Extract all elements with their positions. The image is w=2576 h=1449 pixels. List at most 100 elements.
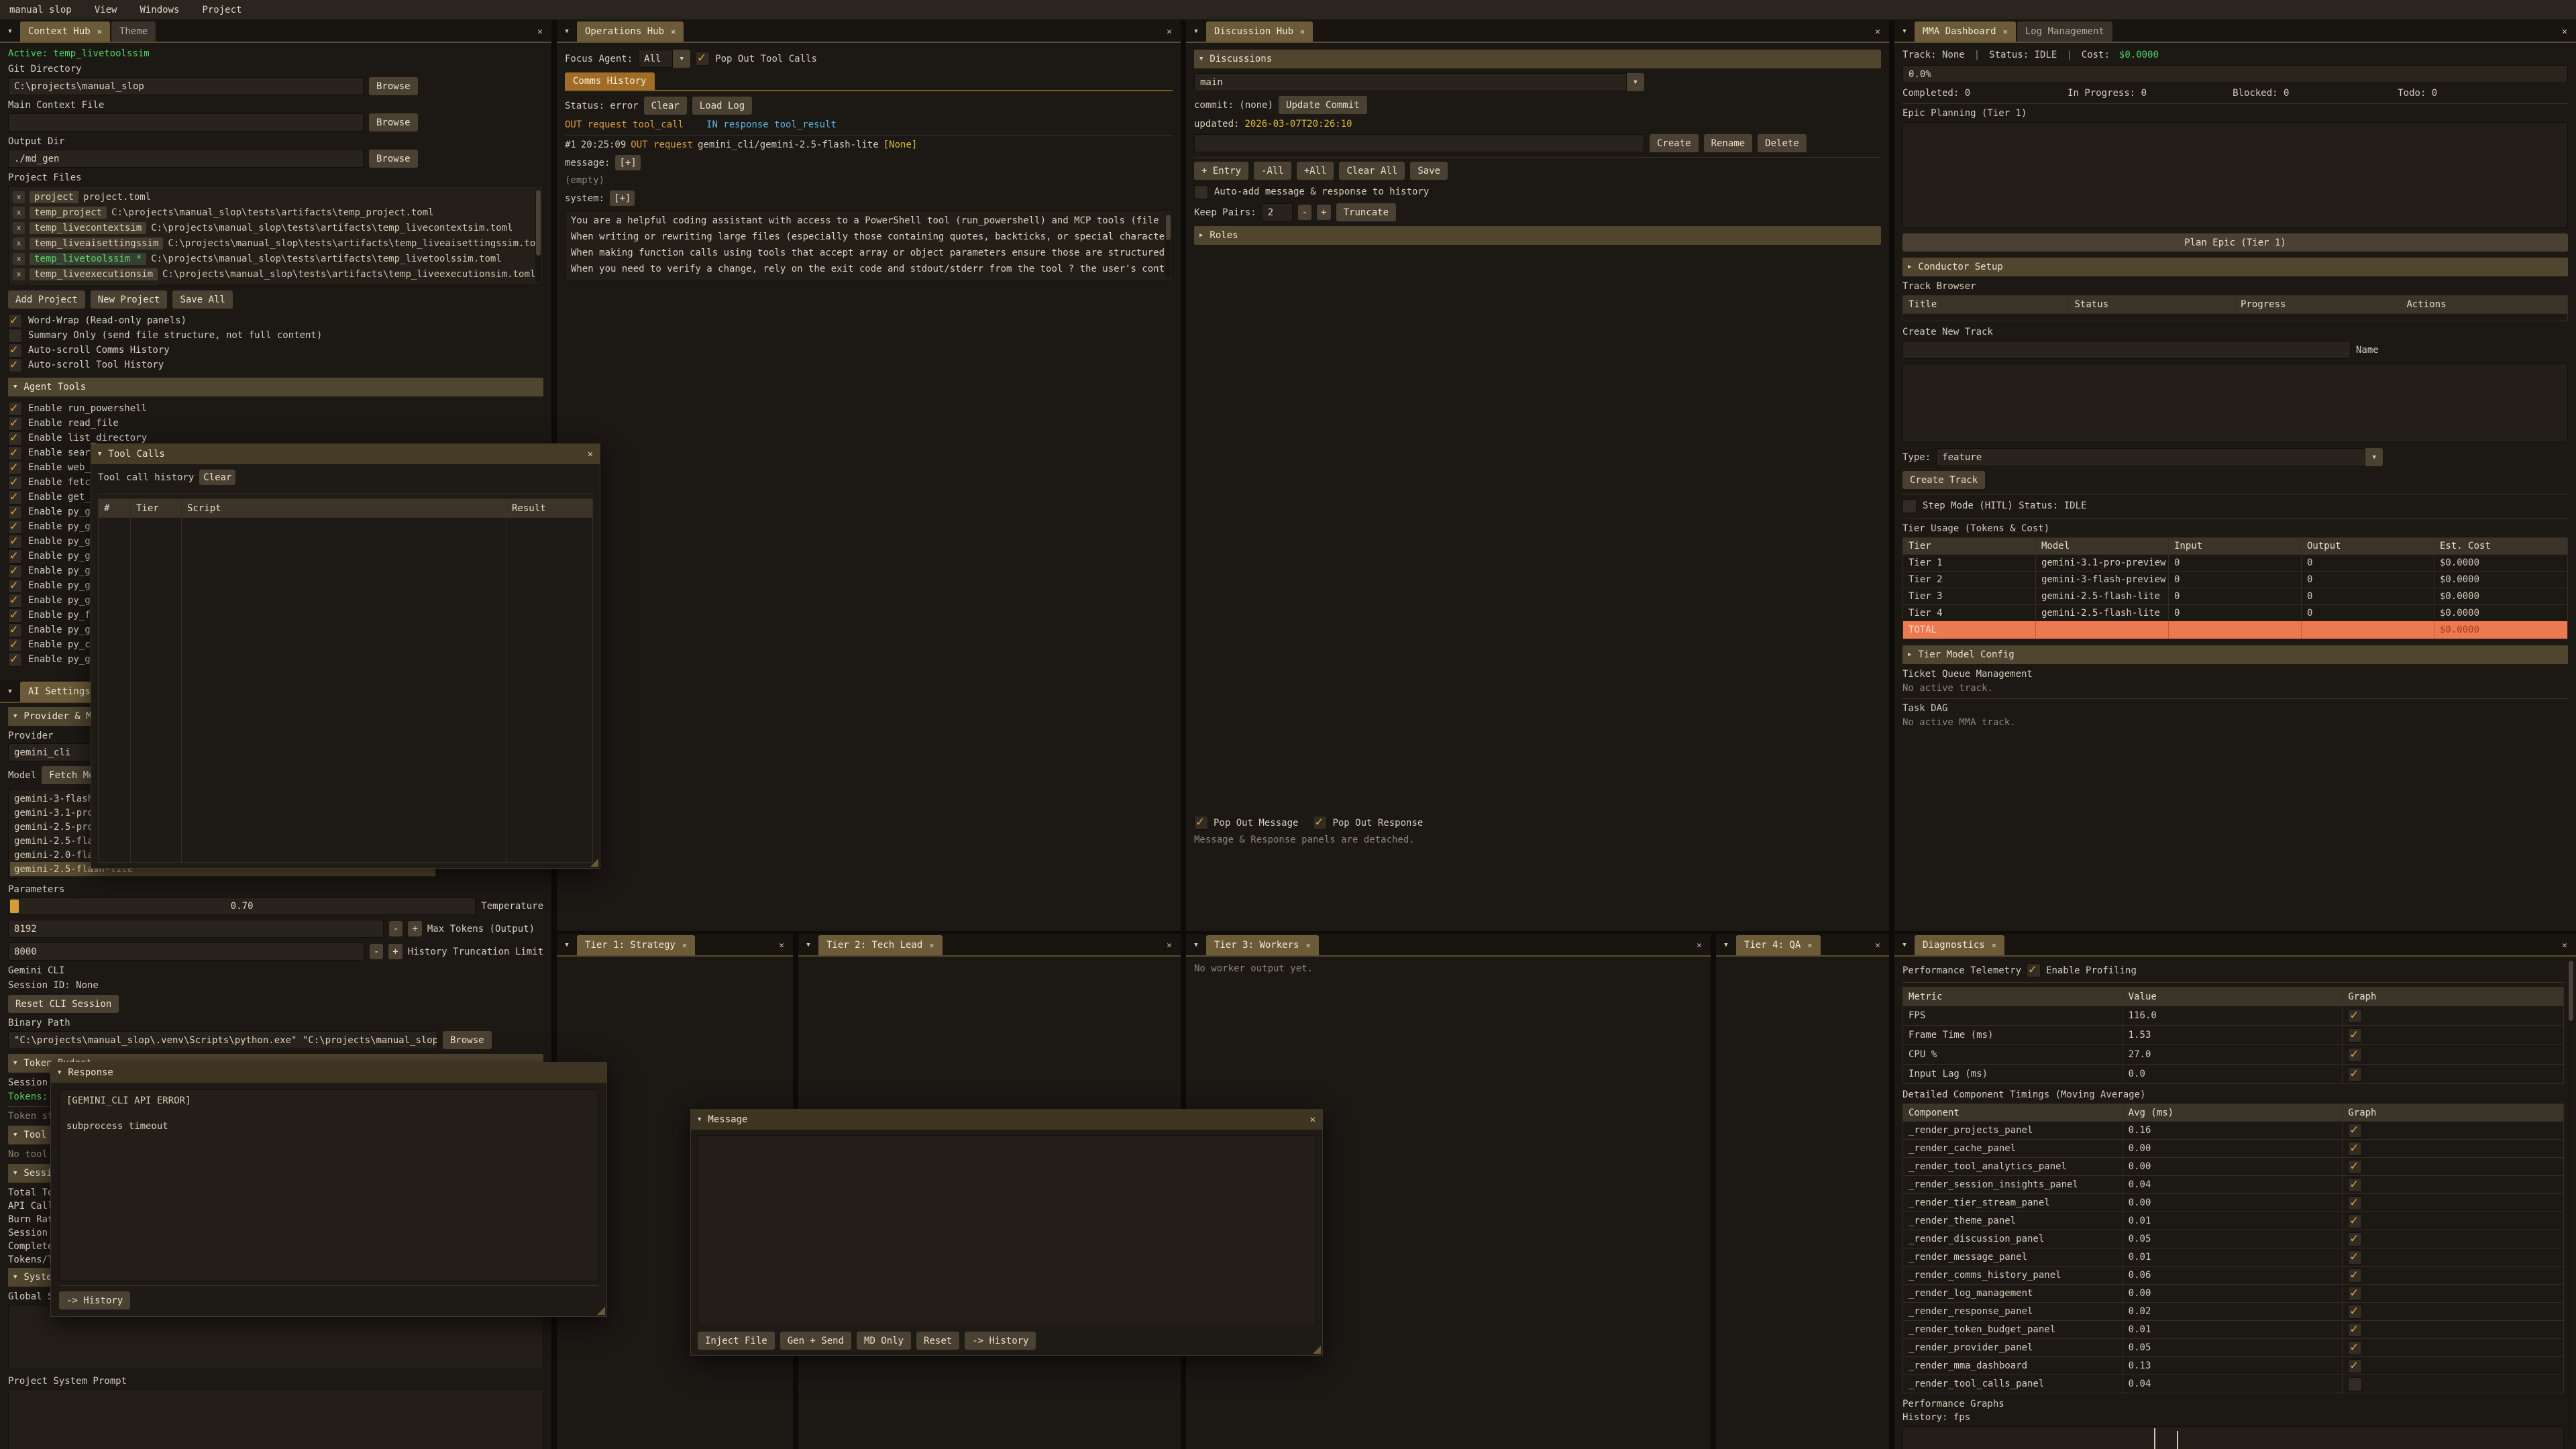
tab-tier1[interactable]: Tier 1: Strategy✕ [577, 935, 695, 955]
track-description-textarea[interactable] [1902, 364, 2568, 443]
message-action-button[interactable]: Gen + Send [780, 1332, 851, 1350]
project-file-row[interactable]: x temp_liveaisettingssim C:\projects\man… [13, 235, 539, 251]
binary-path-browse-button[interactable]: Browse [443, 1031, 492, 1049]
create-button[interactable]: Create [1650, 134, 1699, 152]
option-checkbox[interactable] [8, 329, 22, 343]
popout-response-checkbox[interactable] [1313, 816, 1327, 830]
comms-entry[interactable]: #1 20:25:09 OUT request gemini_cli/gemin… [565, 140, 1173, 150]
tab-comms-history[interactable]: Comms History [565, 72, 655, 90]
project-file-chip[interactable]: project [30, 191, 78, 203]
close-tab-icon[interactable]: ✕ [671, 27, 676, 36]
slider-grab[interactable] [10, 900, 19, 913]
chevron-down-icon[interactable]: ▼ [673, 50, 690, 68]
project-file-chip[interactable]: temp_liveaisettingssim [30, 237, 163, 250]
reset-cli-session-button[interactable]: Reset CLI Session [8, 995, 119, 1013]
option-checkbox[interactable] [8, 358, 22, 372]
project-files-scrollbar[interactable] [535, 189, 541, 282]
response-history-button[interactable]: -> History [59, 1291, 130, 1309]
close-tab-icon[interactable]: ✕ [1300, 27, 1305, 36]
project-file-chip[interactable]: temp_liveexecutionsim [30, 268, 158, 280]
tool-calls-titlebar[interactable]: ▼ Tool Calls ✕ [91, 444, 600, 464]
tab-discussion-hub[interactable]: Discussion Hub ✕ [1206, 21, 1313, 42]
component-graph-checkbox[interactable] [2348, 1323, 2362, 1337]
project-file-row[interactable]: x temp_liveexecutionsim C:\projects\manu… [13, 266, 539, 282]
close-window-icon[interactable]: ✕ [1310, 1114, 1316, 1125]
close-tab-icon[interactable]: ✕ [97, 27, 102, 36]
agent-tool-checkbox[interactable] [8, 461, 22, 475]
metric-graph-checkbox[interactable] [2348, 1028, 2362, 1042]
close-window-icon[interactable]: ✕ [2556, 936, 2573, 954]
close-window-icon[interactable]: ✕ [2556, 23, 2573, 40]
max-tokens-minus-button[interactable]: - [389, 921, 402, 936]
response-titlebar[interactable]: ▼ Response [51, 1063, 606, 1083]
component-graph-checkbox[interactable] [2348, 1232, 2362, 1246]
autoadd-row[interactable]: Auto-add message & response to history [1194, 184, 1881, 199]
project-action-button[interactable]: New Project [91, 290, 168, 309]
history-action-button[interactable]: +All [1297, 162, 1334, 180]
step-mode-checkbox[interactable] [1902, 499, 1917, 513]
create-track-button[interactable]: Create Track [1902, 471, 1985, 489]
track-type-combo[interactable]: feature ▼ [1936, 448, 2383, 466]
menu-item-windows[interactable]: Windows [140, 5, 179, 15]
window-menu-icon[interactable]: ▼ [558, 936, 576, 954]
output-dir-browse-button[interactable]: Browse [369, 150, 418, 168]
agent-tool-checkbox[interactable] [8, 446, 22, 460]
delete-button[interactable]: Delete [1758, 134, 1807, 152]
window-menu-icon[interactable]: ▼ [558, 23, 576, 40]
project-action-button[interactable]: Save All [172, 290, 232, 309]
close-window-icon[interactable]: ✕ [773, 936, 790, 954]
max-tokens-input[interactable]: 8192 [8, 920, 384, 938]
tab-mma-dashboard[interactable]: MMA Dashboard ✕ [1915, 21, 2016, 42]
roles-header[interactable]: ▶ Roles [1194, 226, 1881, 245]
message-action-button[interactable]: Reset [916, 1332, 959, 1350]
discussion-name-input[interactable] [1194, 134, 1644, 152]
main-context-file-input[interactable] [8, 113, 364, 131]
agent-tools-header[interactable]: ▼ Agent Tools [8, 378, 543, 396]
metric-graph-checkbox[interactable] [2348, 1048, 2362, 1062]
output-dir-input[interactable]: ./md_gen [8, 150, 364, 168]
system-box-scrollbar[interactable] [1165, 213, 1171, 278]
agent-tool-checkbox[interactable] [8, 608, 22, 623]
binary-path-input[interactable]: "C:\projects\manual_slop\.venv\Scripts\p… [8, 1031, 437, 1049]
window-menu-icon[interactable]: ▼ [1717, 936, 1735, 954]
popout-message-checkbox[interactable] [1194, 816, 1208, 830]
close-window-icon[interactable]: ✕ [531, 23, 549, 40]
git-directory-input[interactable]: C:\projects\manual_slop [8, 77, 364, 95]
menu-item-view[interactable]: View [95, 5, 117, 15]
window-menu-icon[interactable]: ▼ [1896, 936, 1913, 954]
agent-tool-checkbox[interactable] [8, 579, 22, 593]
tool-history-clear-button[interactable]: Clear [199, 470, 235, 485]
component-graph-checkbox[interactable] [2348, 1269, 2362, 1283]
agent-tool-checkbox[interactable] [8, 505, 22, 519]
agent-tool-checkbox[interactable] [8, 535, 22, 549]
discussion-combo[interactable]: main ▼ [1194, 73, 1644, 91]
component-graph-checkbox[interactable] [2348, 1178, 2362, 1192]
discussions-header[interactable]: ▼ Discussions [1194, 50, 1881, 68]
component-graph-checkbox[interactable] [2348, 1341, 2362, 1355]
option-row[interactable]: Auto-scroll Comms History [8, 343, 543, 358]
history-action-button[interactable]: Save [1410, 162, 1448, 180]
expand-message-button[interactable]: [+] [615, 155, 640, 170]
remove-file-button[interactable]: x [13, 237, 25, 250]
chevron-down-icon[interactable]: ▼ [2365, 448, 2383, 466]
agent-tool-checkbox[interactable] [8, 476, 22, 490]
project-action-button[interactable]: Add Project [8, 290, 85, 309]
history-action-button[interactable]: + Entry [1194, 162, 1248, 180]
component-graph-checkbox[interactable] [2348, 1377, 2362, 1391]
component-graph-checkbox[interactable] [2348, 1214, 2362, 1228]
project-system-textarea[interactable] [8, 1389, 543, 1449]
epic-planning-textarea[interactable] [1902, 122, 2568, 228]
component-graph-checkbox[interactable] [2348, 1124, 2362, 1138]
window-menu-icon[interactable]: ▼ [800, 936, 817, 954]
project-file-chip[interactable]: temp_livetoolssim * [30, 253, 146, 265]
filter-out-toggle[interactable]: OUT request tool_call [565, 119, 684, 130]
history-limit-minus-button[interactable]: - [370, 944, 383, 959]
remove-file-button[interactable]: x [13, 207, 25, 219]
close-tab-icon[interactable]: ✕ [1807, 941, 1812, 950]
clear-button[interactable]: Clear [644, 97, 687, 115]
component-graph-checkbox[interactable] [2348, 1250, 2362, 1265]
history-action-button[interactable]: Clear All [1339, 162, 1405, 180]
message-action-button[interactable]: Inject File [698, 1332, 775, 1350]
close-tab-icon[interactable]: ✕ [929, 941, 934, 950]
project-file-chip[interactable]: temp_livecontextsim [30, 222, 146, 234]
